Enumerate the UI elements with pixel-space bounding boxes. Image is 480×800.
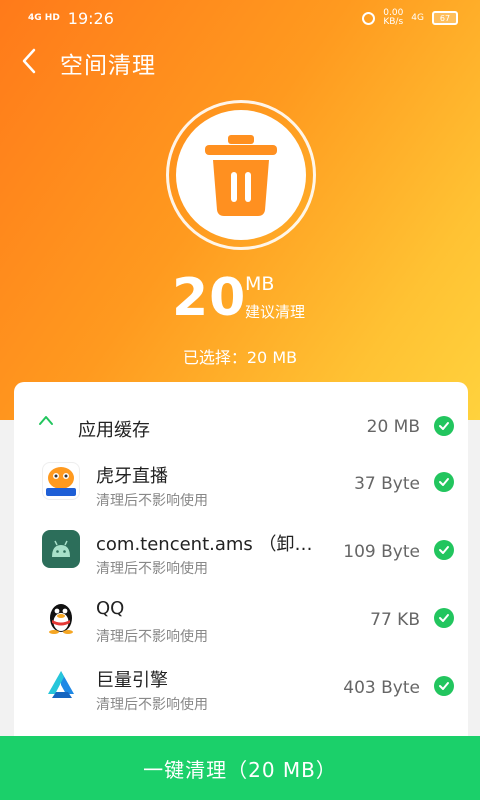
one-click-clean-button[interactable]: 一键清理（20 MB） xyxy=(0,736,480,800)
app-subtitle: 清理后不影响使用 xyxy=(96,493,208,509)
group-header-app-cache[interactable]: 应用缓存 20 MB xyxy=(14,394,468,441)
network-type: 4G xyxy=(411,13,424,23)
trash-badge xyxy=(176,110,306,240)
list-item[interactable]: QQ 清理后不影响使用 77 KB xyxy=(14,586,468,654)
check-icon[interactable] xyxy=(434,472,454,492)
group-check-icon[interactable] xyxy=(434,416,454,436)
group-label: 应用缓存 xyxy=(78,420,150,441)
juliang-engine-icon xyxy=(42,666,80,704)
app-name: QQ xyxy=(96,598,125,619)
list-item[interactable]: com.tencent.ams （卸… 清理后不影响使用 109 Byte xyxy=(14,518,468,586)
status-bar: 4G HD 19:26 0.00 KB/s 4G 67 xyxy=(0,0,480,36)
group-size: 20 MB xyxy=(366,417,420,437)
app-name: com.tencent.ams （卸… xyxy=(96,534,313,555)
network-speed: 0.00 KB/s xyxy=(383,8,404,27)
app-name: 虎牙直播 xyxy=(96,466,168,487)
app-size: 77 KB xyxy=(370,610,420,630)
app-size: 37 Byte xyxy=(354,474,420,494)
trash-icon xyxy=(205,135,277,216)
chevron-up-icon[interactable] xyxy=(38,414,54,426)
list-item[interactable]: 虎牙直播 清理后不影响使用 37 Byte xyxy=(14,450,468,518)
check-icon[interactable] xyxy=(434,540,454,560)
alarm-icon xyxy=(362,11,376,25)
selected-size: 已选择：20 MB xyxy=(182,348,298,367)
signal-indicator: 4G HD xyxy=(28,13,60,23)
huya-icon xyxy=(42,462,80,500)
battery-icon: 67 xyxy=(432,11,458,25)
app-subtitle: 清理后不影响使用 xyxy=(96,697,208,713)
app-subtitle: 清理后不影响使用 xyxy=(96,629,208,645)
app-size: 403 Byte xyxy=(343,678,420,698)
check-icon[interactable] xyxy=(434,676,454,696)
app-subtitle: 清理后不影响使用 xyxy=(96,561,208,577)
qq-penguin-icon xyxy=(42,598,80,636)
check-icon[interactable] xyxy=(434,608,454,628)
app-size: 109 Byte xyxy=(343,542,420,562)
junk-size-unit: MB xyxy=(245,273,275,295)
back-button[interactable] xyxy=(14,46,44,76)
status-time: 19:26 xyxy=(67,9,114,28)
chevron-left-icon xyxy=(22,48,36,74)
app-name: 巨量引擎 xyxy=(96,670,168,691)
junk-size-hint: 建议清理 xyxy=(245,303,306,321)
page-title: 空间清理 xyxy=(60,53,156,79)
android-icon xyxy=(42,530,80,568)
list-item[interactable]: 巨量引擎 清理后不影响使用 403 Byte xyxy=(14,654,468,722)
nav-bar: 空间清理 xyxy=(0,36,480,88)
junk-size-value: 20 xyxy=(172,268,247,328)
